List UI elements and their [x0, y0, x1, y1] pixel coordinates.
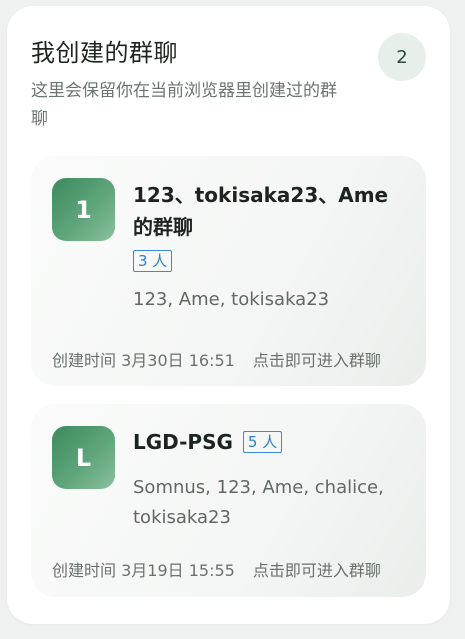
group-name: LGD-PSG — [133, 430, 233, 454]
group-count-badge: 2 — [378, 33, 426, 81]
enter-group-hint: 点击即可进入群聊 — [252, 351, 381, 370]
enter-group-hint: 点击即可进入群聊 — [252, 561, 381, 580]
created-groups-panel: 我创建的群聊 2 这里会保留你在当前浏览器里创建过的群聊 1 123、tokis… — [7, 6, 450, 624]
panel-title: 我创建的群聊 — [31, 39, 178, 67]
group-card-body: LGD-PSG 5 人 Somnus, 123, Ame, chalice, to… — [133, 426, 408, 533]
member-list: 123, Ame, tokisaka23 — [133, 289, 330, 310]
group-card-body: 123、tokisaka23、Ame的群聊 3 人 123, Ame, toki… — [133, 179, 408, 315]
group-card-footer: 创建时间 3月19日 15:55 点击即可进入群聊 — [52, 557, 408, 581]
group-card-footer: 创建时间 3月30日 16:51 点击即可进入群聊 — [52, 347, 408, 371]
group-name: 123、tokisaka23、Ame的群聊 — [133, 183, 389, 239]
member-count-badge: 3 人 — [133, 250, 173, 272]
group-card[interactable]: 1 123、tokisaka23、Ame的群聊 3 人 123, Ame, to… — [31, 156, 426, 386]
group-card[interactable]: L LGD-PSG 5 人 Somnus, 123, Ame, chalice, … — [31, 404, 426, 597]
created-time: 创建时间 3月19日 15:55 — [52, 561, 235, 580]
member-list: Somnus, 123, Ame, chalice, tokisaka23 — [133, 477, 384, 528]
group-avatar: L — [52, 426, 115, 489]
panel-description: 这里会保留你在当前浏览器里创建过的群聊 — [31, 81, 337, 129]
member-count-badge: 5 人 — [242, 430, 283, 453]
group-avatar: 1 — [52, 178, 115, 241]
created-time: 创建时间 3月30日 16:51 — [52, 351, 235, 370]
